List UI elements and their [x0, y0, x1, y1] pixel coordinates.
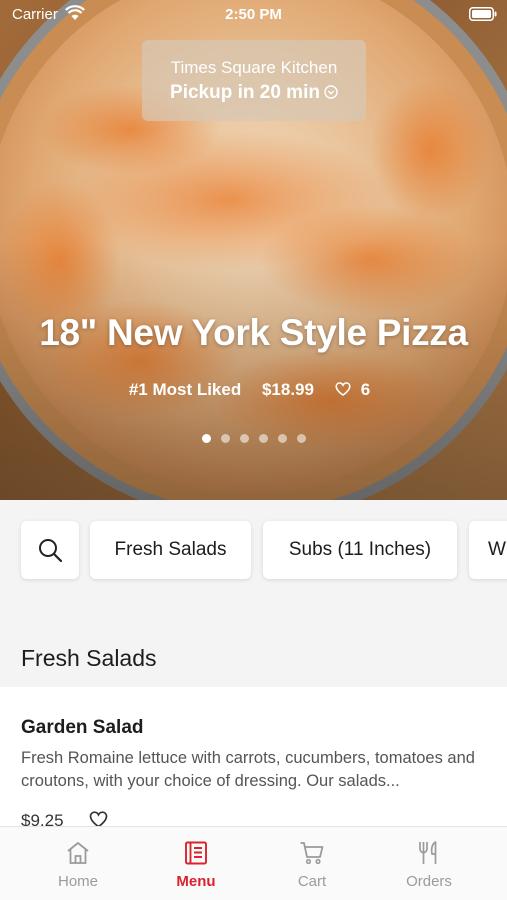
chevron-down-circle-icon: [324, 85, 338, 99]
carousel-dot-3[interactable]: [239, 434, 249, 443]
category-bar[interactable]: Fresh Salads Subs (11 Inches) W: [0, 500, 507, 600]
pickup-selector[interactable]: Times Square Kitchen Pickup in 20 min: [142, 40, 366, 121]
search-icon: [39, 539, 63, 563]
section-title: Fresh Salads: [21, 645, 157, 671]
fork-knife-icon: [419, 841, 437, 864]
battery-icon: [469, 7, 497, 21]
tab-home-label: Home: [57, 873, 98, 890]
tab-cart-label: Cart: [297, 873, 327, 890]
carousel-dot-6[interactable]: [296, 434, 306, 443]
category-chip-next[interactable]: W: [469, 521, 507, 579]
menu-item-card[interactable]: Garden Salad Fresh Romaine lettuce with …: [0, 687, 507, 830]
home-icon: [67, 842, 89, 864]
tab-cart[interactable]: Cart: [249, 827, 375, 900]
carousel-dot-1[interactable]: [201, 434, 211, 443]
category-chip-subs[interactable]: Subs (11 Inches): [263, 521, 457, 579]
clock: 2:50 PM: [225, 6, 282, 23]
item-name: Garden Salad: [21, 717, 144, 738]
tab-home[interactable]: Home: [15, 827, 141, 900]
cart-icon: [300, 842, 324, 865]
hero-likes[interactable]: 6: [335, 380, 378, 399]
category-chip-fresh-salads[interactable]: Fresh Salads: [90, 521, 251, 579]
carousel-dot-4[interactable]: [258, 434, 268, 443]
pickup-time-label: Pickup in 20 min: [170, 82, 320, 103]
pickup-location: Times Square Kitchen: [170, 58, 338, 77]
tab-menu-label: Menu: [176, 873, 216, 890]
pickup-time: Pickup in 20 min: [142, 82, 366, 104]
heart-icon: [335, 382, 351, 396]
search-button[interactable]: [21, 521, 79, 579]
menu-book-icon: [185, 841, 207, 865]
tab-menu[interactable]: Menu: [133, 827, 259, 900]
carousel-dot-5[interactable]: [277, 434, 287, 443]
hero-title: 18" New York Style Pizza: [39, 312, 468, 353]
hero-shade: [0, 240, 507, 500]
hero-price: $18.99: [261, 380, 314, 399]
hero-likes-count: 6: [360, 380, 371, 399]
carousel-dot-2[interactable]: [220, 434, 230, 443]
tab-bar: Home Menu Cart Orders: [0, 826, 507, 900]
tab-orders-label: Orders: [406, 873, 452, 890]
hero-meta: #1 Most Liked $18.99 6: [0, 380, 507, 400]
status-bar: Carrier 2:50 PM: [0, 0, 507, 30]
hero-badge: #1 Most Liked: [128, 380, 242, 399]
hero-banner[interactable]: Carrier 2:50 PM Times Square Kitchen Pic…: [0, 0, 507, 500]
tab-orders[interactable]: Orders: [366, 827, 492, 900]
item-description: Fresh Romaine lettuce with carrots, cucu…: [21, 749, 475, 790]
carousel-dots[interactable]: [0, 430, 507, 448]
